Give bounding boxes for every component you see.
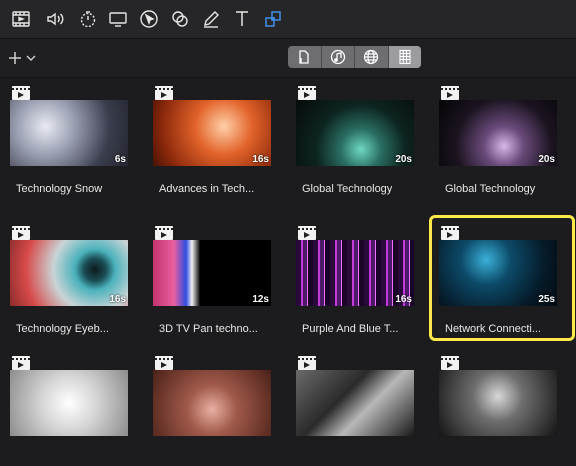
thumbnail [10,370,128,436]
media-type-segmented-control [288,46,421,68]
duration-label: 16s [109,294,126,305]
media-title: Technology Snow [16,183,103,195]
duration-label: 20s [538,154,555,165]
monitor-icon[interactable] [105,6,131,32]
media-title: Purple And Blue T... [302,323,399,335]
video-badge-icon [298,86,316,100]
video-badge-icon [155,86,173,100]
media-title: Advances in Tech... [159,183,255,195]
cursor-icon[interactable] [136,6,162,32]
text-icon[interactable] [229,6,255,32]
timer-icon[interactable] [75,6,101,32]
video-badge-icon [12,356,30,370]
shapes-icon[interactable] [167,6,193,32]
duration-label: 16s [395,294,412,305]
media-item[interactable]: 16s Advances in Tech... [153,78,295,196]
media-item[interactable] [439,348,576,466]
segment-music[interactable] [322,46,355,68]
media-grid: 6s Technology Snow 16s Advances in Tech.… [0,78,576,436]
media-item[interactable]: 20s Global Technology [439,78,576,196]
thumbnail: 6s [10,100,128,166]
speaker-icon[interactable] [42,6,68,32]
pen-icon[interactable] [198,6,224,32]
thumbnail: 25s [439,240,557,306]
media-item[interactable]: 20s Global Technology [296,78,438,196]
thumbnail: 16s [296,240,414,306]
duration-label: 12s [252,294,269,305]
add-button[interactable] [8,47,42,69]
document-icon [299,50,309,64]
media-item[interactable] [296,348,438,466]
duration-label: 25s [538,294,555,305]
film-icon[interactable] [8,6,34,32]
video-badge-icon [441,356,459,370]
thumbnail: 20s [296,100,414,166]
media-item[interactable]: 16s Technology Eyeb... [10,218,152,336]
duration-label: 6s [114,154,126,165]
media-item[interactable]: 12s 3D TV Pan techno... [153,218,295,336]
video-badge-icon [441,226,459,240]
segment-web[interactable] [355,46,389,68]
duration-label: 20s [395,154,412,165]
video-badge-icon [298,356,316,370]
media-title: Technology Eyeb... [16,323,109,335]
video-badge-icon [298,226,316,240]
thumbnail: 16s [153,100,271,166]
top-toolbar [0,0,576,39]
thumbnail: 12s [153,240,271,306]
thumbnail: 20s [439,100,557,166]
music-icon [330,49,345,65]
media-item-selected[interactable]: 25s Network Connecti... [429,215,576,341]
thumbnail: 16s [10,240,128,306]
media-title: Global Technology [445,183,536,195]
grid-icon [399,49,411,65]
thumbnail [153,370,271,436]
media-title: 3D TV Pan techno... [159,323,258,335]
video-badge-icon [155,356,173,370]
duration-label: 16s [252,154,269,165]
media-item[interactable]: 16s Purple And Blue T... [296,218,438,336]
video-badge-icon [12,226,30,240]
media-item[interactable]: 6s Technology Snow [10,78,152,196]
globe-icon [364,49,379,65]
thumbnail [296,370,414,436]
plus-icon [9,52,21,64]
segment-documents[interactable] [288,46,322,68]
video-badge-icon [155,226,173,240]
transition-icon[interactable] [260,6,286,32]
chevron-down-icon [26,55,36,61]
video-badge-icon [441,86,459,100]
video-badge-icon [12,86,30,100]
media-title: Global Technology [302,183,393,195]
thumbnail [439,370,557,436]
media-item[interactable] [10,348,152,466]
segment-library[interactable] [388,46,421,68]
media-item[interactable] [153,348,295,466]
media-title: Network Connecti... [445,323,541,335]
